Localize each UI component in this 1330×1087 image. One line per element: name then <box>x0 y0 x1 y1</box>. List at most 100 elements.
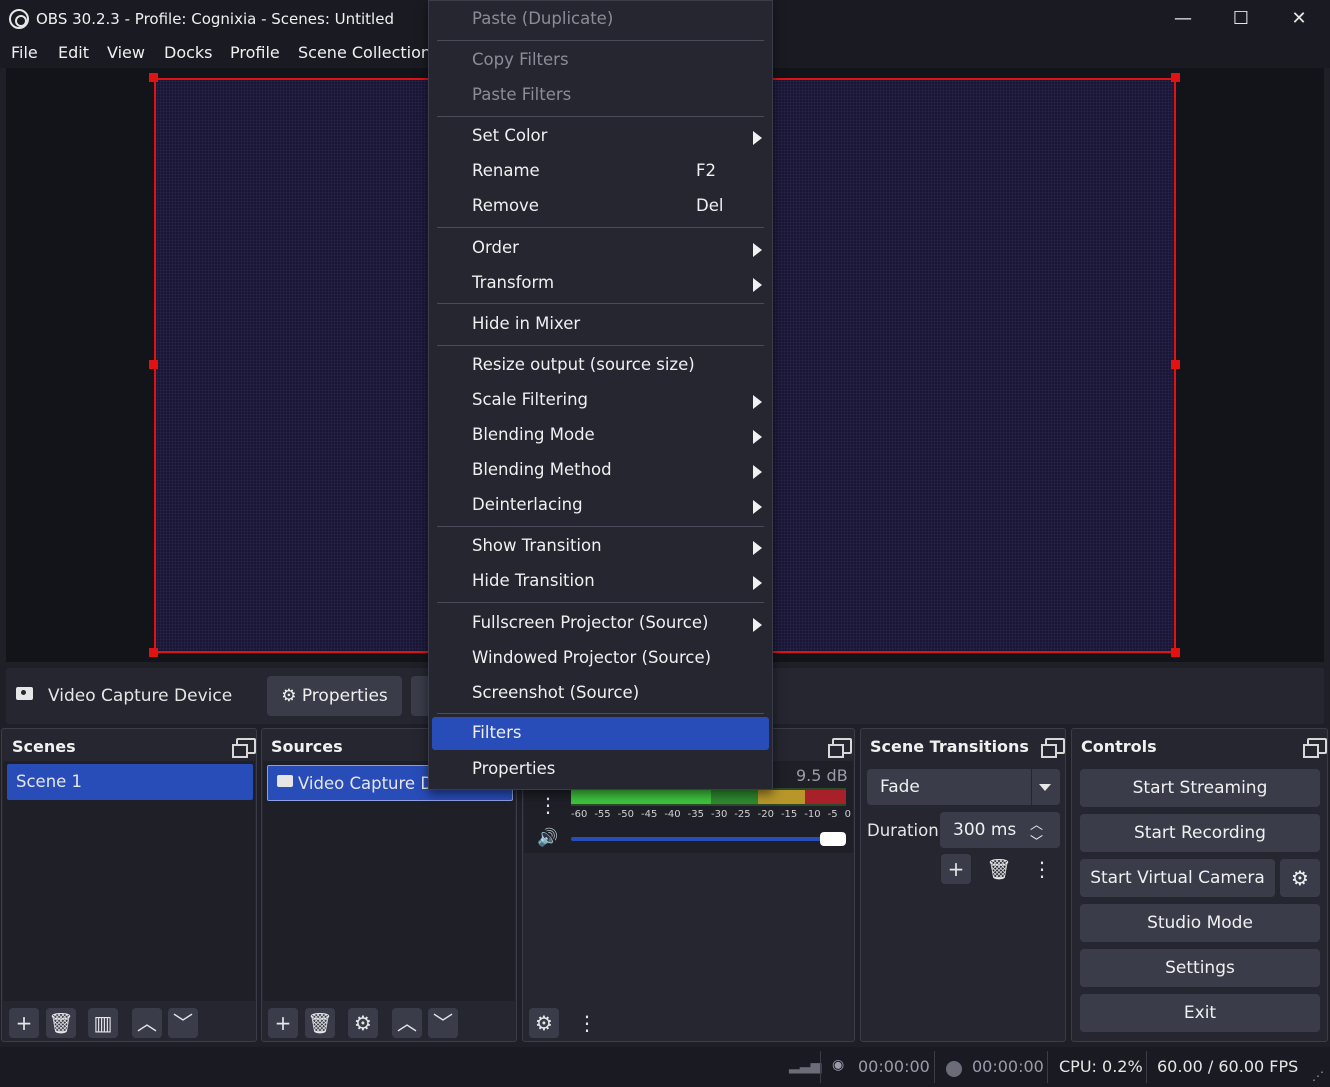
minimize-button[interactable]: — <box>1154 0 1212 38</box>
meter-ticks: -60 -55 -50 -45 -40 -35 -30 -25 -20 -15 … <box>571 809 851 823</box>
gear-icon: ⚙ <box>281 686 297 706</box>
menu-item-order[interactable]: Order <box>429 231 772 266</box>
virtual-camera-gear-icon[interactable]: ⚙ <box>1280 859 1320 897</box>
more-vertical-icon[interactable]: ⋮ <box>572 1008 602 1038</box>
more-vertical-icon[interactable]: ⋮ <box>1027 854 1057 884</box>
resize-handle[interactable] <box>149 73 158 82</box>
menu-item-label: Scale Filtering <box>472 390 589 409</box>
tick-label: -5 <box>827 809 838 820</box>
resize-handle[interactable] <box>149 648 158 657</box>
properties-label: Properties <box>301 686 388 706</box>
menu-item-paste-filters[interactable]: Paste Filters <box>429 78 772 113</box>
undock-icon[interactable] <box>828 738 852 758</box>
filter-icon[interactable]: ▥ <box>88 1008 118 1038</box>
menu-shortcut: Del <box>696 196 724 215</box>
scene-item[interactable]: Scene 1 <box>7 764 253 800</box>
scene-transitions-dock: Scene Transitions Fade Duration 300 ms ︿… <box>860 728 1066 1042</box>
menu-item-copy-filters[interactable]: Copy Filters <box>429 43 772 78</box>
scenes-title: Scenes <box>12 737 76 756</box>
menu-item-label: Deinterlacing <box>472 495 583 514</box>
undock-icon[interactable] <box>1303 738 1327 758</box>
start-streaming-button[interactable]: Start Streaming <box>1080 769 1320 807</box>
tick-label: -30 <box>710 809 728 820</box>
more-vertical-icon[interactable]: ⋮ <box>533 790 563 820</box>
resize-handle[interactable] <box>1171 360 1180 369</box>
menu-scene-collection[interactable]: Scene Collection <box>298 43 431 62</box>
chevron-down-icon[interactable]: ﹀ <box>168 1008 198 1038</box>
start-recording-button[interactable]: Start Recording <box>1080 814 1320 852</box>
undock-icon[interactable] <box>232 738 256 758</box>
menu-view[interactable]: View <box>107 43 145 62</box>
advanced-audio-gear-icon[interactable]: ⚙ <box>529 1008 559 1038</box>
tick-label: -55 <box>594 809 611 820</box>
menu-item-hide-transition[interactable]: Hide Transition <box>429 564 772 599</box>
menu-item-windowed-projector[interactable]: Windowed Projector (Source) <box>429 641 772 676</box>
trash-icon[interactable]: 🗑 <box>984 854 1014 884</box>
volume-slider-handle[interactable] <box>820 832 846 846</box>
duration-value: 300 ms <box>953 820 1017 840</box>
resize-handle[interactable] <box>1171 648 1180 657</box>
studio-mode-button[interactable]: Studio Mode <box>1080 904 1320 942</box>
menu-item-fullscreen-projector[interactable]: Fullscreen Projector (Source) <box>429 606 772 641</box>
menu-item-scale-filtering[interactable]: Scale Filtering <box>429 383 772 418</box>
menu-item-label: Blending Mode <box>472 425 595 444</box>
submenu-arrow-icon <box>753 278 762 292</box>
menu-separator <box>437 40 764 41</box>
trash-icon[interactable]: 🗑 <box>46 1008 76 1038</box>
submenu-arrow-icon <box>753 500 762 514</box>
menu-edit[interactable]: Edit <box>58 43 89 62</box>
maximize-button[interactable]: ☐ <box>1212 0 1270 38</box>
add-transition-button[interactable]: + <box>941 854 971 884</box>
source-name: Video Capture Device <box>48 686 233 706</box>
undock-icon[interactable] <box>1041 738 1065 758</box>
start-virtual-camera-button[interactable]: Start Virtual Camera <box>1080 859 1275 897</box>
chevron-up-icon[interactable]: ︿ <box>392 1008 422 1038</box>
menu-item-resize-output[interactable]: Resize output (source size) <box>429 348 772 383</box>
resize-handle[interactable] <box>1171 73 1180 82</box>
menu-item-deinterlacing[interactable]: Deinterlacing <box>429 488 772 523</box>
chevron-down-icon[interactable]: ﹀ <box>428 1008 458 1038</box>
menu-item-blending-mode[interactable]: Blending Mode <box>429 418 772 453</box>
menu-item-hide-in-mixer[interactable]: Hide in Mixer <box>429 307 772 342</box>
menu-item-label: Transform <box>472 273 555 292</box>
menu-item-label: Set Color <box>472 126 548 145</box>
menu-item-label: Show Transition <box>472 536 602 555</box>
menu-item-transform[interactable]: Transform <box>429 266 772 301</box>
duration-spinbox[interactable]: 300 ms ︿ ﹀ <box>940 812 1060 850</box>
settings-button[interactable]: Settings <box>1080 949 1320 987</box>
source-list: Video Capture De <box>263 761 515 1001</box>
menu-item-paste-duplicate[interactable]: Paste (Duplicate) <box>429 2 772 37</box>
add-scene-button[interactable]: + <box>9 1008 39 1038</box>
gear-icon[interactable]: ⚙ <box>348 1008 378 1038</box>
resize-handle[interactable] <box>149 360 158 369</box>
resize-grip-icon[interactable]: ⋰ <box>1312 1069 1324 1083</box>
menu-item-set-color[interactable]: Set Color <box>429 119 772 154</box>
close-button[interactable]: ✕ <box>1270 0 1328 38</box>
menu-item-label: Resize output (source size) <box>472 355 695 374</box>
meter-level-green <box>571 790 711 804</box>
volume-slider[interactable] <box>571 837 831 841</box>
menu-profile[interactable]: Profile <box>230 43 280 62</box>
menu-docks[interactable]: Docks <box>164 43 213 62</box>
menu-item-rename[interactable]: Rename F2 <box>429 154 772 189</box>
menu-item-screenshot[interactable]: Screenshot (Source) <box>429 676 772 711</box>
menu-file[interactable]: File <box>11 43 38 62</box>
trash-icon[interactable]: 🗑 <box>305 1008 335 1038</box>
chevron-up-icon[interactable]: ︿ <box>132 1008 162 1038</box>
properties-button[interactable]: ⚙ Properties <box>267 676 402 716</box>
menu-item-remove[interactable]: Remove Del <box>429 189 772 224</box>
menu-item-properties[interactable]: Properties <box>429 752 772 787</box>
transition-select[interactable]: Fade <box>867 769 1060 805</box>
menu-item-filters[interactable]: Filters <box>432 717 769 750</box>
submenu-arrow-icon <box>753 430 762 444</box>
menu-item-blending-method[interactable]: Blending Method <box>429 453 772 488</box>
add-source-button[interactable]: + <box>268 1008 298 1038</box>
exit-button[interactable]: Exit <box>1080 994 1320 1032</box>
transition-select-value: Fade <box>880 777 920 797</box>
menu-separator <box>437 227 764 228</box>
speaker-icon[interactable]: 🔊 <box>533 823 563 853</box>
menu-item-show-transition[interactable]: Show Transition <box>429 529 772 564</box>
duration-label: Duration <box>867 821 939 840</box>
menu-item-label: Filters <box>472 723 522 742</box>
menu-item-label: Rename <box>472 161 540 180</box>
